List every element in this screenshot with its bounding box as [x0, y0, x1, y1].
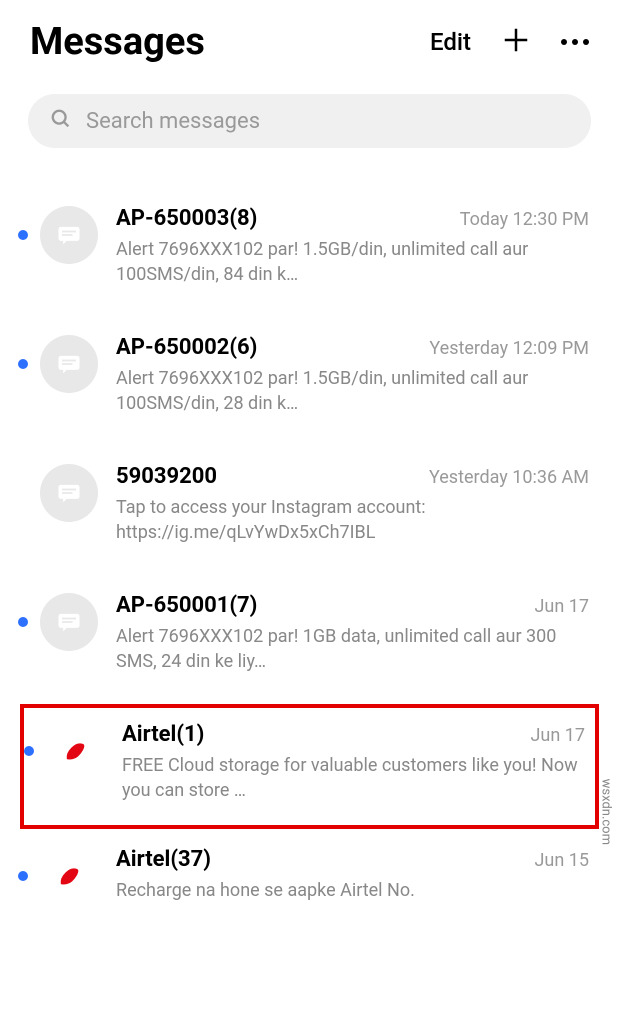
- timestamp: Jun 17: [535, 596, 590, 617]
- conversation-item[interactable]: 59039200 Yesterday 10:36 AM Tap to acces…: [0, 446, 619, 575]
- unread-indicator: [18, 230, 28, 240]
- airtel-logo-icon: [61, 737, 89, 765]
- message-preview: Tap to access your Instagram account: ht…: [116, 495, 589, 545]
- sender-name: 59039200: [116, 464, 217, 489]
- conversation-content: AP-650001(7) Jun 17 Alert 7696XXX102 par…: [116, 593, 589, 674]
- sender-name: Airtel(1): [122, 722, 204, 747]
- sender-name: AP-650003(8): [116, 206, 257, 231]
- watermark: wsxdn.com: [598, 779, 613, 845]
- message-icon: [55, 350, 83, 378]
- app-header: Messages Edit: [0, 0, 619, 84]
- message-preview: FREE Cloud storage for valuable customer…: [122, 753, 585, 803]
- message-preview: Alert 7696XXX102 par! 1GB data, unlimite…: [116, 624, 589, 674]
- unread-indicator: [18, 617, 28, 627]
- unread-indicator: [18, 359, 28, 369]
- avatar: [40, 206, 98, 264]
- search-icon: [50, 108, 72, 134]
- edit-button[interactable]: Edit: [430, 28, 471, 56]
- unread-indicator: [18, 871, 28, 881]
- timestamp: Jun 17: [531, 725, 586, 746]
- timestamp: Today 12:30 PM: [460, 209, 589, 230]
- conversation-item[interactable]: Airtel(1) Jun 17 FREE Cloud storage for …: [24, 708, 595, 825]
- timestamp: Yesterday 10:36 AM: [429, 467, 589, 488]
- header-actions: Edit: [430, 25, 589, 59]
- avatar: [40, 593, 98, 651]
- conversation-item[interactable]: AP-650003(8) Today 12:30 PM Alert 7696XX…: [0, 188, 619, 317]
- avatar: [46, 722, 104, 780]
- conversation-content: AP-650003(8) Today 12:30 PM Alert 7696XX…: [116, 206, 589, 287]
- avatar: [40, 335, 98, 393]
- search-placeholder: Search messages: [86, 109, 260, 134]
- airtel-logo-icon: [55, 862, 83, 890]
- plus-icon: [501, 25, 531, 55]
- timestamp: Jun 15: [535, 850, 590, 871]
- page-title: Messages: [30, 20, 205, 64]
- conversation-item[interactable]: Airtel(37) Jun 15 Recharge na hone se aa…: [0, 829, 619, 935]
- conversation-list: AP-650003(8) Today 12:30 PM Alert 7696XX…: [0, 168, 619, 935]
- message-icon: [55, 608, 83, 636]
- sender-name: AP-650001(7): [116, 593, 257, 618]
- timestamp: Yesterday 12:09 PM: [429, 338, 589, 359]
- conversation-content: AP-650002(6) Yesterday 12:09 PM Alert 76…: [116, 335, 589, 416]
- message-icon: [55, 479, 83, 507]
- message-icon: [55, 221, 83, 249]
- compose-button[interactable]: [501, 25, 531, 59]
- unread-indicator: [24, 746, 34, 756]
- sender-name: Airtel(37): [116, 847, 211, 872]
- more-options-button[interactable]: [561, 39, 589, 45]
- conversation-content: 59039200 Yesterday 10:36 AM Tap to acces…: [116, 464, 589, 545]
- message-preview: Recharge na hone se aapke Airtel No.: [116, 878, 589, 903]
- avatar: [40, 847, 98, 905]
- conversation-content: Airtel(1) Jun 17 FREE Cloud storage for …: [122, 722, 585, 803]
- message-preview: Alert 7696XXX102 par! 1.5GB/din, unlimit…: [116, 237, 589, 287]
- search-input[interactable]: Search messages: [28, 94, 591, 148]
- sender-name: AP-650002(6): [116, 335, 257, 360]
- conversation-content: Airtel(37) Jun 15 Recharge na hone se aa…: [116, 847, 589, 903]
- conversation-item[interactable]: AP-650002(6) Yesterday 12:09 PM Alert 76…: [0, 317, 619, 446]
- avatar: [40, 464, 98, 522]
- more-icon: [561, 39, 567, 45]
- conversation-item[interactable]: AP-650001(7) Jun 17 Alert 7696XXX102 par…: [0, 575, 619, 704]
- highlighted-conversation: Airtel(1) Jun 17 FREE Cloud storage for …: [20, 704, 599, 829]
- message-preview: Alert 7696XXX102 par! 1.5GB/din, unlimit…: [116, 366, 589, 416]
